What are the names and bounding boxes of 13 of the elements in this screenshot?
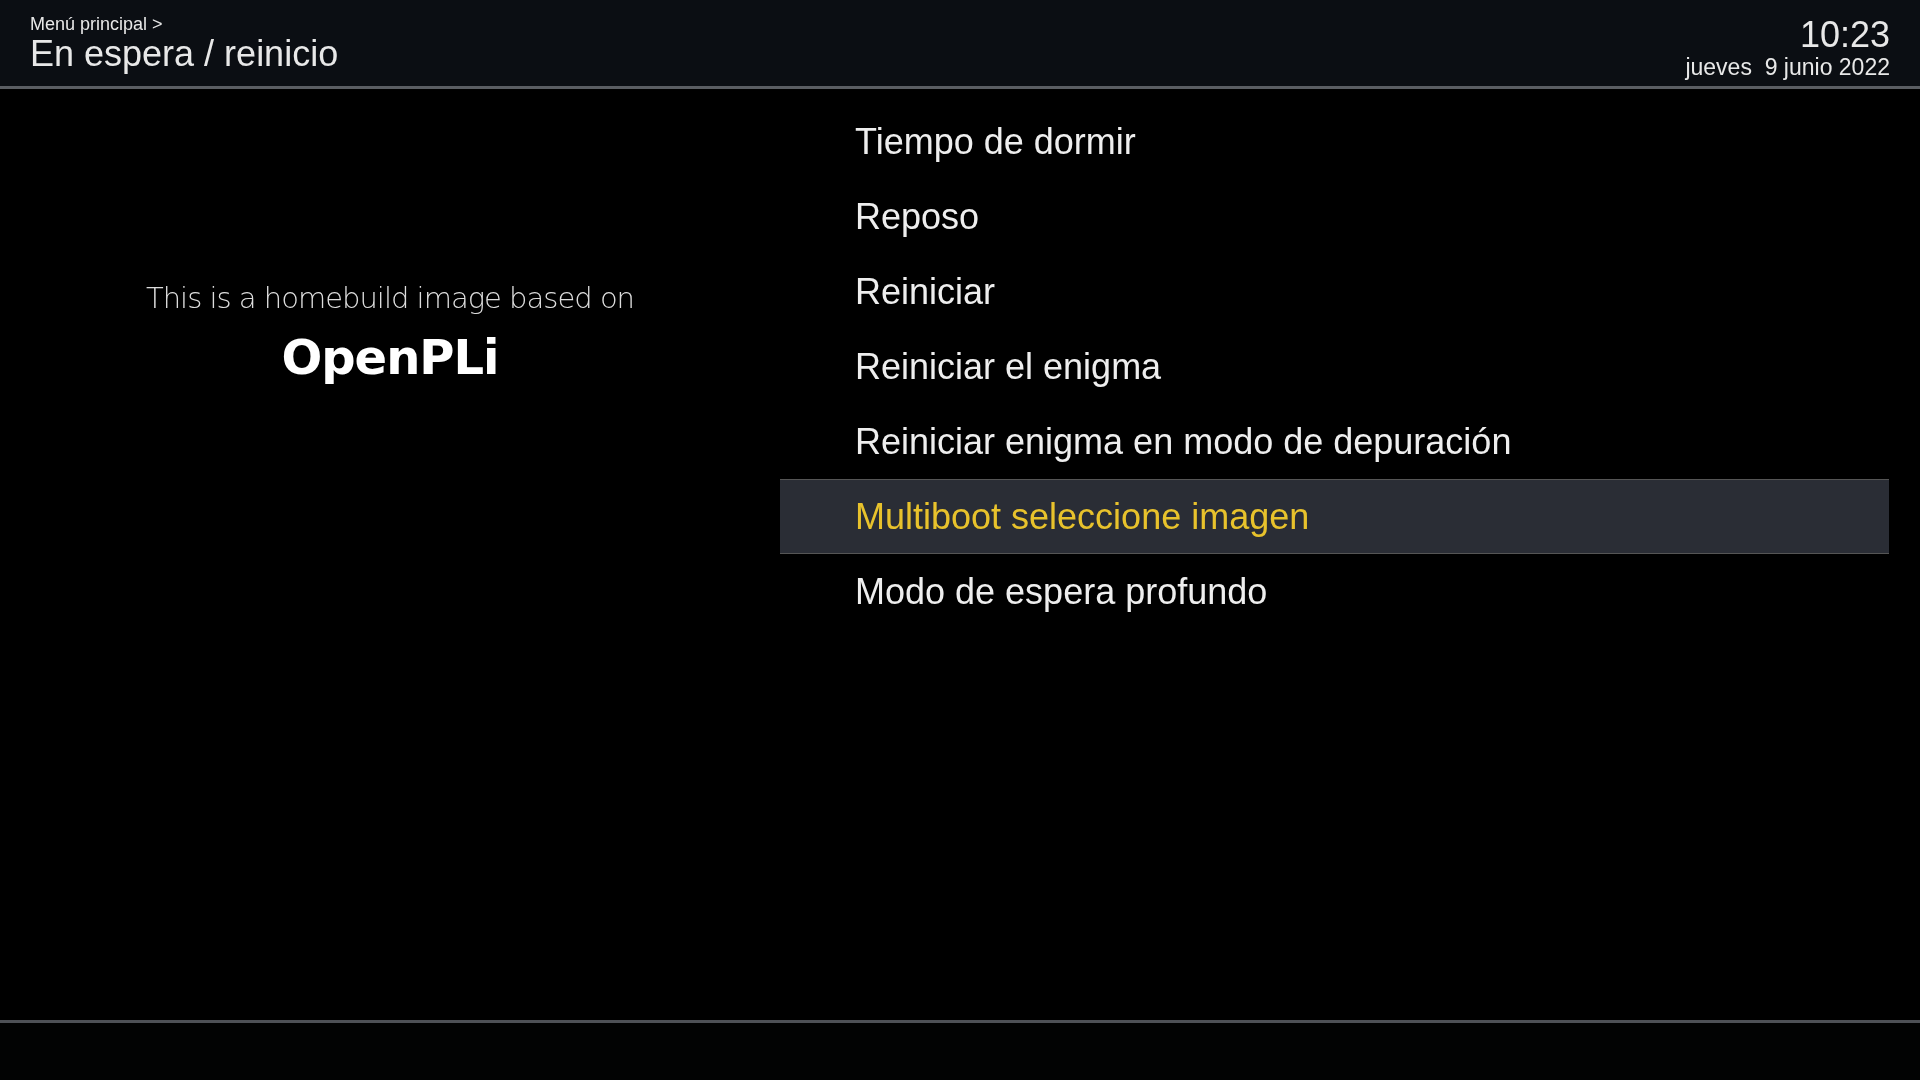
menu-item[interactable]: Reiniciar el enigma xyxy=(780,329,1889,404)
logo-text: OpenPLi xyxy=(281,329,499,385)
clock-time: 10:23 xyxy=(1799,16,1890,54)
menu-item[interactable]: Reposo xyxy=(780,179,1889,254)
menu-item[interactable]: Reiniciar xyxy=(780,254,1889,329)
menu-item[interactable]: Multiboot seleccione imagen xyxy=(780,479,1889,554)
screen-title: En espera / reinicio xyxy=(30,34,339,74)
clock-date: jueves 9 junio 2022 xyxy=(1685,54,1890,80)
menu-item[interactable]: Modo de espera profundo xyxy=(780,554,1889,629)
breadcrumb: Menú principal > xyxy=(30,14,164,34)
menu-item[interactable]: Reiniciar enigma en modo de depuración xyxy=(780,404,1889,479)
menu-item[interactable]: Tiempo de dormir xyxy=(780,104,1889,179)
info-text: This is a homebuild image based on xyxy=(146,281,634,315)
